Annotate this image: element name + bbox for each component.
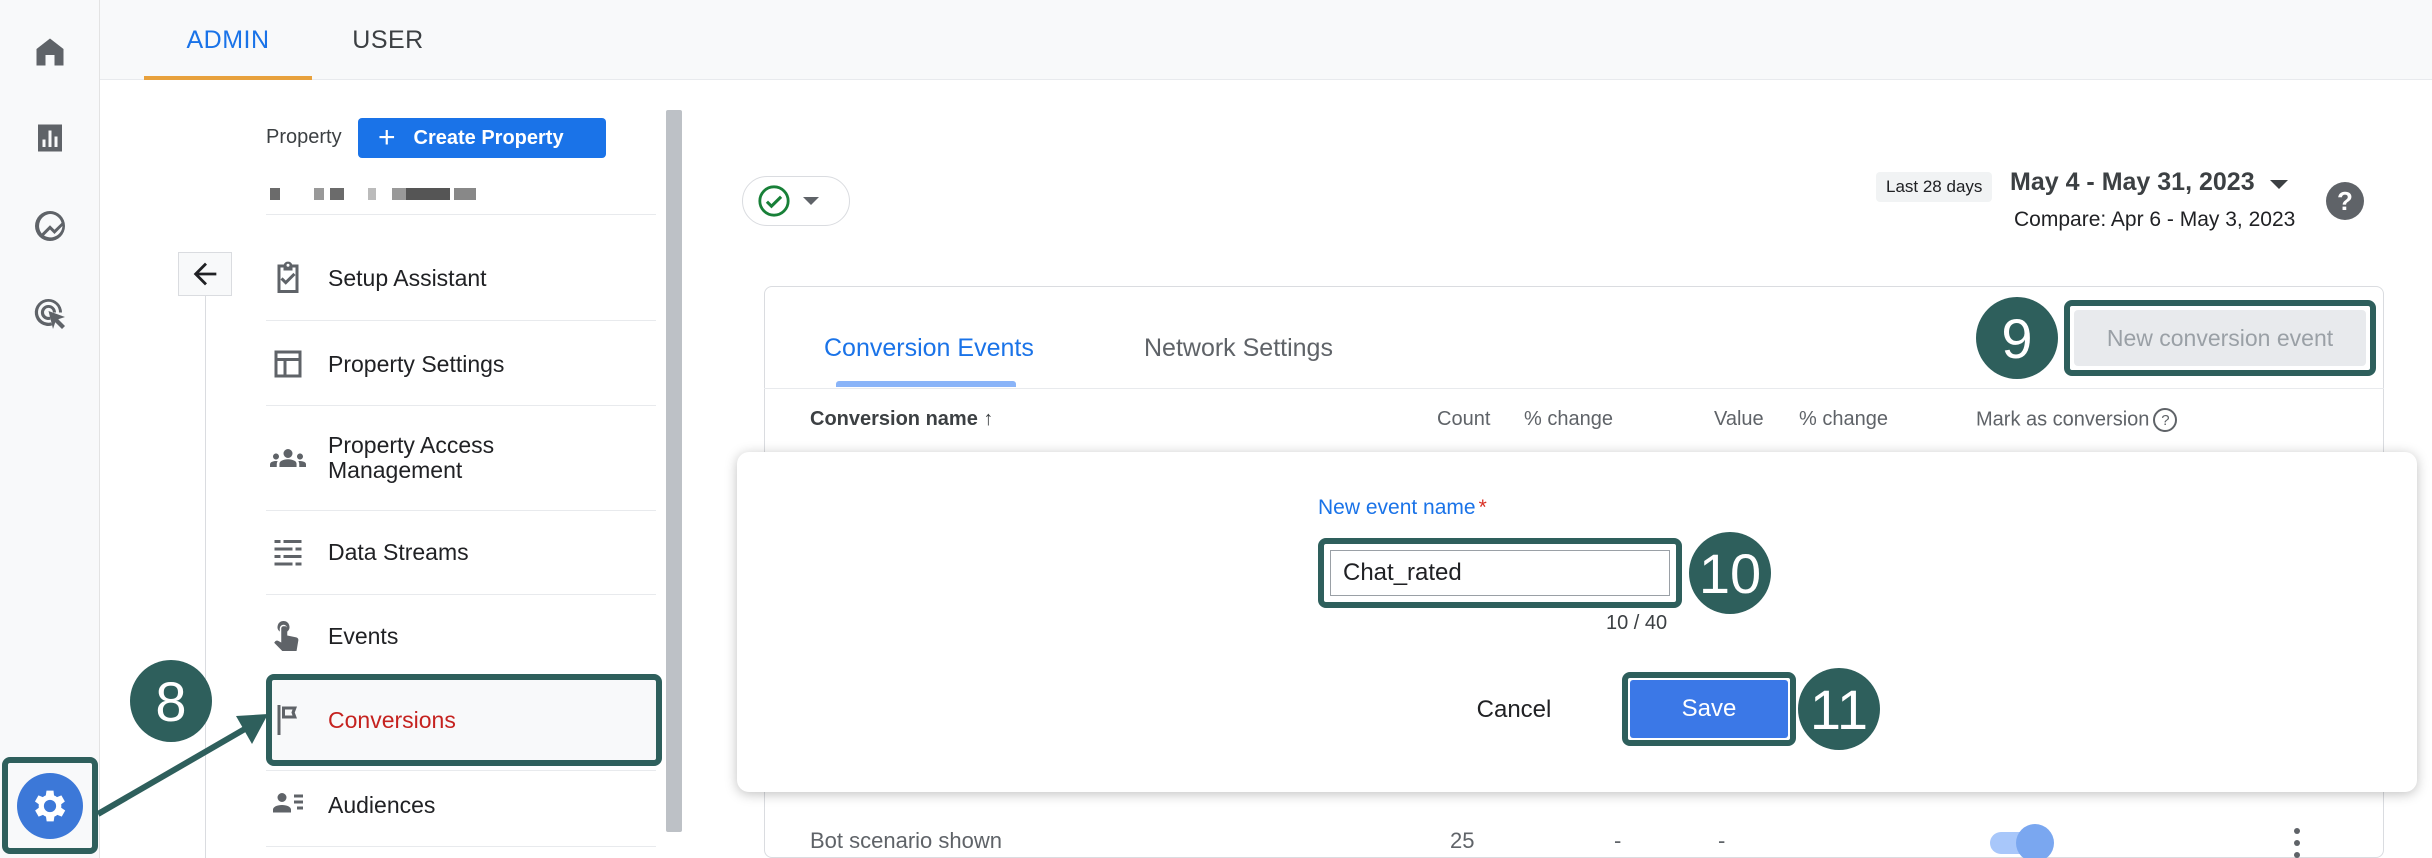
column-header-mark[interactable]: Mark as conversion? bbox=[1976, 408, 2178, 432]
active-tab-indicator bbox=[836, 381, 1016, 387]
sidebar-item-setup-assistant[interactable]: Setup Assistant bbox=[268, 256, 656, 300]
compare-range: Compare: Apr 6 - May 3, 2023 bbox=[2014, 208, 2296, 231]
create-property-label: Create Property bbox=[413, 126, 564, 149]
event-name-input[interactable]: Chat_rated bbox=[1330, 550, 1670, 596]
back-button[interactable] bbox=[178, 252, 232, 296]
create-property-button[interactable]: + Create Property bbox=[358, 118, 606, 158]
sidebar-item-label: Data Streams bbox=[328, 538, 469, 565]
admin-settings-button[interactable] bbox=[2, 757, 98, 854]
table-row-change: - bbox=[1614, 828, 1622, 853]
sidebar-item-label: Property Access Management bbox=[328, 431, 495, 483]
divider bbox=[266, 405, 656, 406]
sidebar-item-property-access[interactable]: Property Access Management bbox=[268, 430, 656, 486]
new-event-dialog bbox=[737, 452, 2417, 792]
tab-admin[interactable]: ADMIN bbox=[144, 0, 312, 80]
sidebar-item-label: Events bbox=[328, 622, 399, 649]
property-name-redacted[interactable] bbox=[270, 180, 500, 204]
divider bbox=[764, 388, 2384, 389]
tab-user[interactable]: USER bbox=[328, 0, 448, 80]
home-icon[interactable] bbox=[26, 28, 74, 76]
sidebar-item-audiences[interactable]: Audiences bbox=[268, 783, 656, 827]
sidebar-item-label: Property Settings bbox=[328, 350, 505, 377]
sidebar-item-conversions[interactable]: Conversions bbox=[268, 698, 656, 742]
check-circle-icon bbox=[758, 185, 790, 217]
event-name-label: New event name * bbox=[1318, 496, 1487, 520]
sidebar-item-label: Setup Assistant bbox=[328, 264, 487, 291]
tab-conversion-events[interactable]: Conversion Events bbox=[824, 334, 1034, 363]
help-icon[interactable]: ? bbox=[2153, 408, 2178, 432]
property-label: Property bbox=[266, 126, 342, 148]
plus-icon: + bbox=[378, 121, 396, 154]
table-row-count: 25 bbox=[1450, 828, 1475, 853]
divider bbox=[266, 770, 656, 771]
left-rail bbox=[0, 0, 100, 858]
cancel-button[interactable]: Cancel bbox=[1456, 690, 1572, 730]
save-highlight: Save bbox=[1622, 672, 1796, 746]
step-badge-8: 8 bbox=[130, 660, 212, 742]
reports-icon[interactable] bbox=[26, 114, 74, 162]
clipboard-check-icon bbox=[268, 258, 308, 298]
sidebar-item-label: Audiences bbox=[328, 791, 436, 818]
date-range-badge: Last 28 days bbox=[1876, 172, 1993, 202]
character-counter: 10 / 40 bbox=[1606, 612, 1668, 634]
column-header-value[interactable]: Value bbox=[1714, 408, 1764, 431]
nav-tree-line bbox=[205, 296, 206, 858]
streams-icon bbox=[268, 532, 308, 572]
advertising-icon[interactable] bbox=[26, 290, 74, 338]
sidebar-item-events[interactable]: Events bbox=[268, 614, 656, 658]
step-badge-11: 11 bbox=[1798, 668, 1880, 750]
panel-scrollbar[interactable] bbox=[666, 110, 682, 832]
status-dropdown[interactable] bbox=[742, 176, 850, 226]
gear-icon bbox=[17, 772, 83, 839]
chevron-down-icon bbox=[803, 197, 819, 205]
toggle-knob[interactable] bbox=[2016, 824, 2054, 858]
layout-icon bbox=[268, 344, 308, 384]
column-header-change[interactable]: % change bbox=[1524, 408, 1613, 431]
divider bbox=[266, 214, 656, 215]
explore-icon[interactable] bbox=[26, 202, 74, 250]
date-range-picker[interactable]: May 4 - May 31, 2023 bbox=[2010, 168, 2255, 197]
save-button[interactable]: Save bbox=[1630, 680, 1788, 738]
required-mark: * bbox=[1478, 496, 1487, 519]
table-row-name: Bot scenario shown bbox=[810, 828, 1002, 853]
top-tab-bar: ADMIN USER bbox=[100, 0, 2432, 80]
divider bbox=[266, 846, 656, 847]
event-name-label-text: New event name bbox=[1318, 496, 1476, 519]
new-conversion-highlight: New conversion event bbox=[2064, 300, 2376, 376]
tab-network-settings[interactable]: Network Settings bbox=[1144, 334, 1333, 363]
column-header-change[interactable]: % change bbox=[1799, 408, 1888, 431]
flag-icon bbox=[268, 700, 308, 740]
table-row-value: - bbox=[1718, 828, 1726, 853]
event-name-highlight: Chat_rated bbox=[1318, 538, 1682, 608]
audience-icon bbox=[268, 785, 308, 825]
help-icon[interactable]: ? bbox=[2326, 182, 2364, 220]
divider bbox=[266, 594, 656, 595]
step-badge-10: 10 bbox=[1689, 532, 1771, 614]
people-icon bbox=[268, 438, 308, 478]
column-header-name[interactable]: Conversion name ↑ bbox=[810, 408, 993, 431]
more-vert-icon[interactable] bbox=[2292, 828, 2302, 858]
column-header-mark-label: Mark as conversion bbox=[1976, 408, 2150, 431]
divider bbox=[266, 510, 656, 511]
column-header-count[interactable]: Count bbox=[1437, 408, 1490, 431]
step-badge-9: 9 bbox=[1976, 297, 2058, 379]
touch-icon bbox=[268, 616, 308, 656]
chevron-down-icon[interactable] bbox=[2270, 180, 2288, 189]
sidebar-item-data-streams[interactable]: Data Streams bbox=[268, 530, 656, 574]
divider bbox=[266, 320, 656, 321]
new-conversion-event-button[interactable]: New conversion event bbox=[2074, 310, 2366, 366]
arrow-left-icon bbox=[193, 262, 217, 286]
sidebar-item-label: Conversions bbox=[328, 706, 456, 733]
sidebar-item-property-settings[interactable]: Property Settings bbox=[268, 342, 656, 386]
